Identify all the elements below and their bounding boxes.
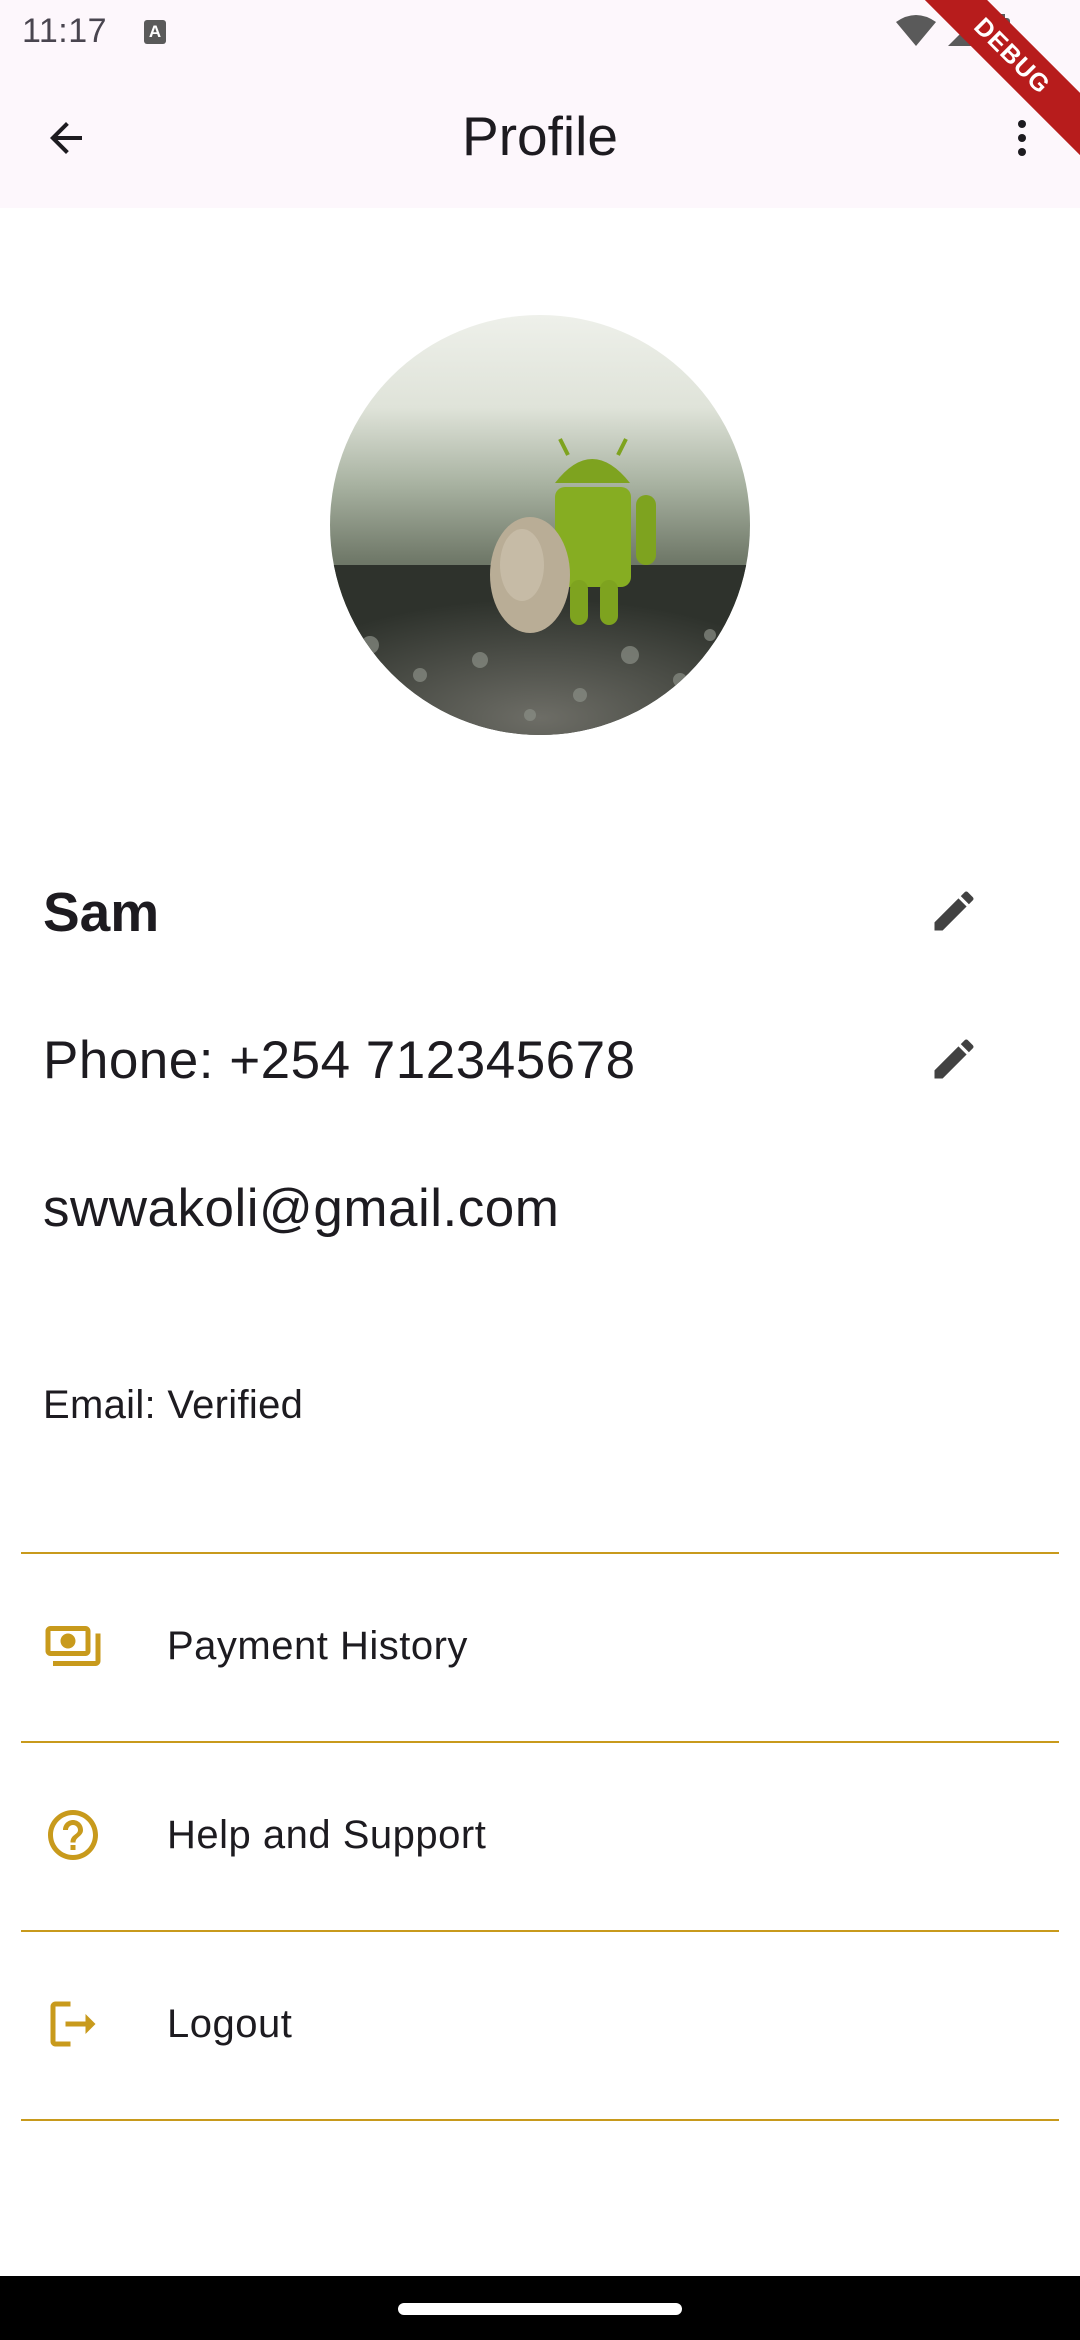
- page-title: Profile: [462, 105, 618, 167]
- profile-name: Sam: [43, 881, 160, 943]
- home-gesture-handle[interactable]: [398, 2303, 682, 2315]
- menu-item-payment-history[interactable]: Payment History: [21, 1553, 1059, 1739]
- menu-item-label: Help and Support: [167, 1812, 487, 1857]
- status-bar: 11:17 A: [0, 0, 1080, 64]
- menu-item-logout[interactable]: Logout: [21, 1931, 1059, 2117]
- edit-phone-button[interactable]: [918, 1023, 990, 1095]
- profile-phone: Phone: +254 712345678: [43, 1031, 636, 1090]
- profile-email: swwakoli@gmail.com: [43, 1179, 560, 1238]
- more-vert-icon: [1018, 120, 1026, 156]
- divider: [21, 2119, 1059, 2121]
- help-icon: [43, 1805, 103, 1865]
- payments-icon: [43, 1616, 103, 1676]
- avatar[interactable]: [330, 315, 750, 735]
- status-time: 11:17: [22, 12, 108, 50]
- menu-item-label: Payment History: [167, 1623, 468, 1668]
- email-verification-status: Email: Verified: [43, 1383, 304, 1427]
- app-bar: Profile: [0, 64, 1080, 208]
- edit-name-button[interactable]: [918, 875, 990, 947]
- edit-icon: [934, 891, 974, 931]
- menu-item-label: Logout: [167, 2001, 293, 2046]
- android-figure-image: [330, 438, 750, 735]
- edit-icon: [934, 1039, 974, 1079]
- wifi-icon: [896, 15, 936, 46]
- notification-a-icon: A: [144, 20, 166, 44]
- menu-item-help-and-support[interactable]: Help and Support: [21, 1742, 1059, 1928]
- logout-icon: [43, 1994, 103, 2054]
